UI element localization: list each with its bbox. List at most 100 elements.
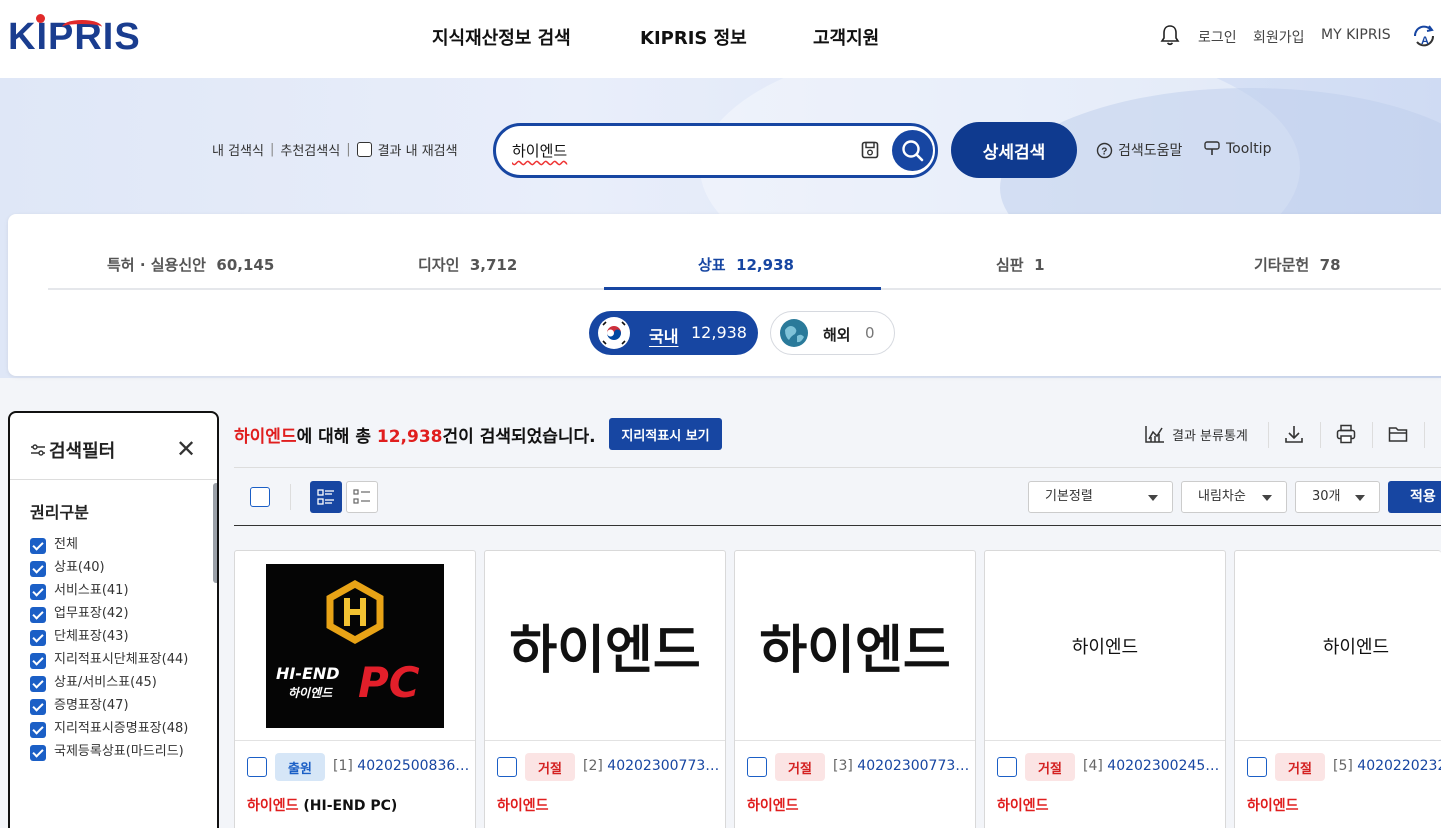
card-checkbox[interactable] (1247, 757, 1267, 777)
tab-design[interactable]: 디자인 3,712 (418, 254, 517, 275)
filter-item[interactable]: 상표(40) (30, 560, 200, 577)
filter-item[interactable]: 국제등록상표(마드리드) (30, 744, 200, 761)
tab-patent[interactable]: 특허 · 실용신안 60,145 (107, 254, 274, 275)
application-number-link[interactable]: [1] 40202500836… (333, 758, 473, 774)
tab-other-docs[interactable]: 기타문헌 78 (1254, 254, 1341, 275)
filter-title: 검색필터 (30, 437, 115, 463)
my-kipris-link[interactable]: MY KIPRIS (1321, 27, 1391, 43)
nav-ip-search[interactable]: 지식재산정보 검색 (432, 24, 571, 50)
checkbox[interactable] (30, 745, 46, 761)
checkbox[interactable] (30, 538, 46, 554)
checkbox[interactable] (30, 630, 46, 646)
checkbox[interactable] (30, 561, 46, 577)
trademark-name[interactable]: 하이엔드 (HI-END PC) (247, 795, 397, 815)
trademark-name[interactable]: 하이엔드 (997, 795, 1049, 815)
filter-item[interactable]: 지리적표시증명표장(48) (30, 721, 200, 738)
recommend-search-link[interactable]: 추천검색식 (280, 140, 340, 159)
trademark-image[interactable]: HI-END PC 하이엔드 HI-END 하이엔드 PC (235, 551, 475, 741)
status-badge: 거절 (1275, 753, 1325, 781)
list-view-button[interactable] (346, 481, 378, 513)
download-icon[interactable] (1283, 423, 1305, 445)
checkbox[interactable] (30, 699, 46, 715)
login-link[interactable]: 로그인 (1198, 27, 1237, 47)
print-icon[interactable] (1335, 423, 1357, 445)
search-help-link[interactable]: ? 검색도움말 (1096, 140, 1182, 160)
card-view-button[interactable] (310, 481, 342, 513)
apply-button[interactable]: 적용 (1388, 481, 1441, 513)
folder-icon[interactable] (1387, 423, 1409, 445)
filter-item[interactable]: 단체표장(43) (30, 629, 200, 646)
application-number-link[interactable]: [5] 4020220232 (1333, 758, 1441, 774)
nav-kipris-info[interactable]: KIPRIS 정보 (640, 24, 747, 50)
trademark-image[interactable]: 하이엔드 (485, 551, 725, 741)
header: KIPRIS 지식재산정보 검색 KIPRIS 정보 고객지원 로그인 회원가입… (0, 0, 1441, 78)
card-checkbox[interactable] (247, 757, 267, 777)
application-number-link[interactable]: [3] 40202300773… (833, 758, 973, 774)
filter-item[interactable]: 지리적표시단체표장(44) (30, 652, 200, 669)
tooltip-icon (1204, 141, 1220, 155)
signup-link[interactable]: 회원가입 (1253, 27, 1305, 47)
filter-scrollbar[interactable] (213, 483, 217, 583)
checkbox[interactable] (30, 676, 46, 692)
application-number-link[interactable]: [4] 40202300245… (1083, 758, 1223, 774)
status-badge: 거절 (525, 753, 575, 781)
filter-item[interactable]: 상표/서비스표(45) (30, 675, 200, 692)
my-search-link[interactable]: 내 검색식 (212, 140, 264, 159)
trademark-name[interactable]: 하이엔드 (497, 795, 549, 815)
overseas-count: 0 (865, 324, 875, 342)
checkbox[interactable] (30, 584, 46, 600)
kipris-logo[interactable]: KIPRIS (8, 14, 141, 60)
overseas-toggle[interactable]: 해외 0 (770, 311, 895, 355)
trademark-image[interactable]: 하이엔드 (985, 551, 1225, 741)
result-card[interactable]: 하이엔드 거절 [2] 40202300773… 하이엔드 (484, 550, 726, 828)
logo-swoosh-icon (62, 20, 102, 34)
tooltip-toggle[interactable]: Tooltip (1203, 140, 1271, 157)
order-select[interactable]: 내림차순 (1181, 481, 1287, 513)
result-card[interactable]: HI-END PC 하이엔드 HI-END 하이엔드 PC 출원 [1] 402… (234, 550, 476, 828)
tab-trademark[interactable]: 상표 12,938 (698, 254, 794, 275)
close-icon[interactable]: ✕ (176, 437, 196, 461)
card-checkbox[interactable] (747, 757, 767, 777)
tab-trial[interactable]: 심판 1 (996, 254, 1045, 275)
classification-stats-link[interactable]: 결과 분류통계 (1144, 424, 1248, 444)
language-switch-icon[interactable]: A (1410, 22, 1438, 50)
globe-icon (780, 319, 808, 347)
filter-item[interactable]: 증명표장(47) (30, 698, 200, 715)
trademark-name[interactable]: 하이엔드 (1247, 795, 1299, 815)
select-all-checkbox[interactable] (250, 487, 270, 507)
list-detail-icon (317, 489, 334, 505)
bell-icon[interactable] (1160, 24, 1180, 46)
filter-sliders-icon (31, 444, 45, 456)
result-card[interactable]: 하이엔드 거절 [5] 4020220232 하이엔드 (1234, 550, 1441, 828)
filter-item[interactable]: 업무표장(42) (30, 606, 200, 623)
card-checkbox[interactable] (497, 757, 517, 777)
search-input[interactable]: 하이엔드 (512, 140, 567, 161)
bar-chart-icon (1145, 426, 1164, 443)
search-button[interactable] (892, 130, 933, 171)
trademark-image[interactable]: 하이엔드 (735, 551, 975, 741)
filter-item[interactable]: 서비스표(41) (30, 583, 200, 600)
detail-search-button[interactable]: 상세검색 (951, 122, 1077, 178)
card-checkbox[interactable] (997, 757, 1017, 777)
search-box[interactable]: 하이엔드 (493, 123, 938, 178)
save-icon[interactable] (860, 140, 880, 160)
filter-item[interactable]: 전체 (30, 537, 200, 554)
per-page-select[interactable]: 30개 (1295, 481, 1380, 513)
geo-indication-button[interactable]: 지리적표시 보기 (609, 418, 722, 450)
status-badge: 거절 (775, 753, 825, 781)
trademark-name[interactable]: 하이엔드 (747, 795, 799, 815)
checkbox[interactable] (30, 722, 46, 738)
korea-flag-icon (598, 317, 630, 349)
filter-list: 전체 상표(40) 서비스표(41) 업무표장(42) 단체표장(43) 지리적… (30, 537, 200, 767)
sort-select[interactable]: 기본정렬 (1028, 481, 1173, 513)
domestic-toggle[interactable]: 국내 12,938 (589, 311, 758, 355)
checkbox[interactable] (30, 607, 46, 623)
svg-text:?: ? (1101, 146, 1107, 157)
result-card[interactable]: 하이엔드 거절 [3] 40202300773… 하이엔드 (734, 550, 976, 828)
trademark-image[interactable]: 하이엔드 (1235, 551, 1441, 741)
application-number-link[interactable]: [2] 40202300773… (583, 758, 723, 774)
nav-customer-support[interactable]: 고객지원 (813, 24, 879, 50)
checkbox[interactable] (30, 653, 46, 669)
research-in-result-checkbox[interactable] (356, 142, 372, 157)
result-card[interactable]: 하이엔드 거절 [4] 40202300245… 하이엔드 (984, 550, 1226, 828)
